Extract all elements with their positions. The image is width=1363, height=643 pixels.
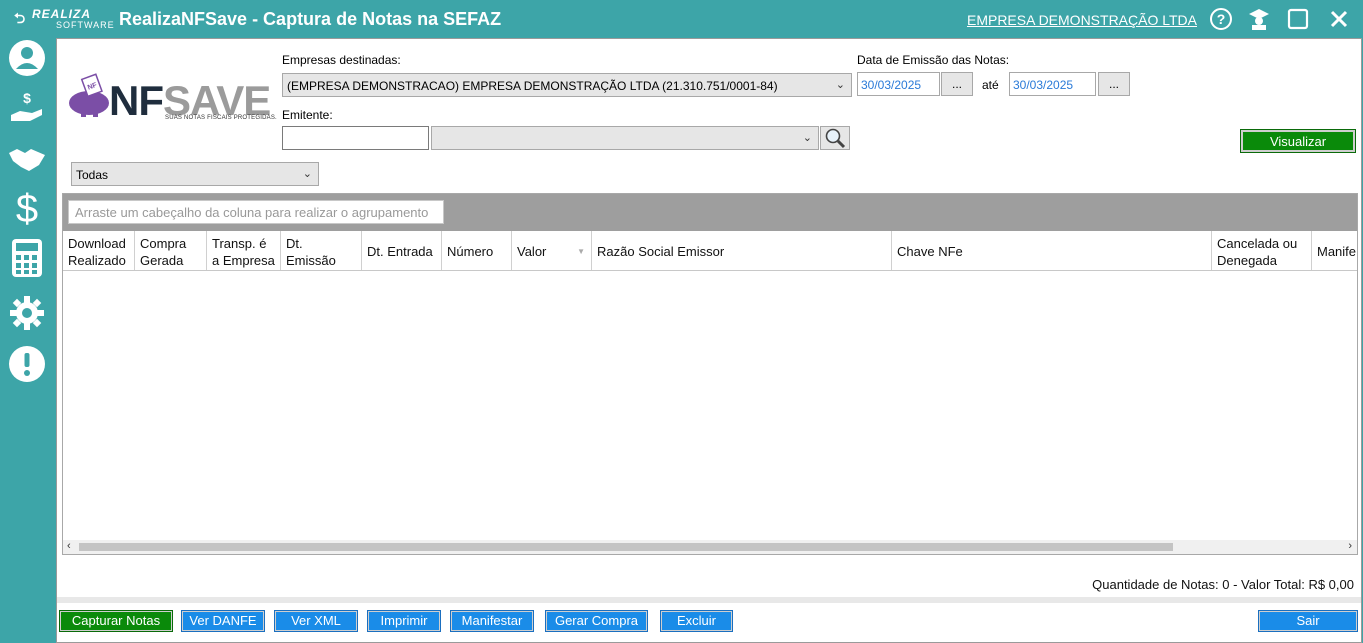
sidebar: $ $ [0, 38, 56, 643]
empresa-selected-value: (EMPRESA DEMONSTRACAO) EMPRESA DEMONSTRA… [287, 79, 778, 93]
main-content: NF NFSAVE SUAS NOTAS FISCAIS PROTEGIDAS.… [56, 38, 1362, 643]
column-cancelada-denegada[interactable]: Cancelada ou Denegada [1212, 231, 1312, 270]
ver-xml-button[interactable]: Ver XML [274, 610, 358, 632]
emitente-select[interactable]: ⌄ [431, 126, 819, 150]
date-from-input[interactable]: 30/03/2025 [857, 72, 940, 96]
emitente-input[interactable] [282, 126, 429, 150]
company-link[interactable]: EMPRESA DEMONSTRAÇÃO LTDA [967, 12, 1197, 28]
column-numero[interactable]: Número [442, 231, 512, 270]
column-dt-entrada[interactable]: Dt. Entrada [362, 231, 442, 270]
column-compra-gerada[interactable]: Compra Gerada [135, 231, 207, 270]
brand-name: REALIZA [32, 7, 91, 21]
column-download-realizado[interactable]: Download Realizado [63, 231, 135, 270]
logo-nf: NF [109, 77, 164, 124]
notas-grid[interactable]: Arraste um cabeçalho da coluna para real… [62, 193, 1358, 555]
piggy-bank-icon: NF [69, 73, 109, 117]
graduate-icon[interactable] [1246, 6, 1272, 32]
chevron-down-icon: ⌄ [835, 79, 845, 91]
excluir-button[interactable]: Excluir [660, 610, 733, 632]
ate-label: até [982, 78, 999, 92]
gear-icon[interactable] [7, 293, 47, 333]
sort-indicator-icon: ▼ [577, 247, 585, 256]
nfsave-logo: NF NFSAVE SUAS NOTAS FISCAIS PROTEGIDAS. [67, 73, 277, 129]
column-valor[interactable]: Valor ▼ [512, 231, 592, 270]
grid-header-row: Download Realizado Compra Gerada Transp. é… [63, 231, 1357, 271]
status-filter-select[interactable]: Todas ⌄ [71, 162, 319, 186]
user-icon[interactable] [7, 38, 47, 78]
handshake-icon[interactable] [7, 138, 47, 178]
ver-danfe-button[interactable]: Ver DANFE [181, 610, 265, 632]
scroll-right-icon[interactable]: › [1348, 540, 1352, 552]
column-manifestacao[interactable]: Manife [1312, 231, 1357, 270]
emitente-label: Emitente: [282, 108, 333, 122]
search-button[interactable] [820, 126, 850, 150]
empresas-label: Empresas destinadas: [282, 53, 401, 67]
horizontal-scrollbar[interactable]: ‹ › [63, 540, 1357, 554]
group-panel[interactable]: Arraste um cabeçalho da coluna para real… [63, 194, 1357, 231]
visualizar-button[interactable]: Visualizar [1240, 129, 1356, 153]
dollar-icon[interactable]: $ [7, 188, 47, 228]
close-icon[interactable] [1326, 6, 1352, 32]
title-bar: ⮌ REALIZA SOFTWARE RealizaNFSave - Captu… [0, 0, 1363, 38]
date-from-picker-button[interactable]: ... [941, 72, 973, 96]
empresa-select[interactable]: (EMPRESA DEMONSTRACAO) EMPRESA DEMONSTRA… [282, 73, 852, 97]
bottom-divider [57, 597, 1361, 603]
date-to-input[interactable]: 30/03/2025 [1009, 72, 1096, 96]
app-title: RealizaNFSave - Captura de Notas na SEFA… [119, 9, 502, 29]
brand-sub: SOFTWARE [56, 20, 115, 30]
chevron-down-icon: ⌄ [802, 132, 812, 144]
column-transp-empresa[interactable]: Transp. éa Empresa [207, 231, 281, 270]
scroll-thumb[interactable] [79, 543, 1173, 551]
money-hand-icon[interactable]: $ [7, 88, 47, 128]
data-emissao-label: Data de Emissão das Notas: [857, 53, 1010, 67]
realiza-arrow-icon: ⮌ [14, 10, 26, 26]
group-hint: Arraste um cabeçalho da coluna para real… [68, 200, 444, 224]
status-filter-value: Todas [76, 168, 109, 182]
maximize-icon[interactable] [1285, 6, 1311, 32]
sair-button[interactable]: Sair [1258, 610, 1358, 632]
gerar-compra-button[interactable]: Gerar Compra [545, 610, 648, 632]
calculator-icon[interactable] [7, 238, 47, 278]
svg-text:$: $ [16, 188, 38, 228]
imprimir-button[interactable]: Imprimir [367, 610, 441, 632]
column-razao-social[interactable]: Razão Social Emissor [592, 231, 892, 270]
column-dt-emissao[interactable]: Dt. Emissão [281, 231, 362, 270]
scroll-left-icon[interactable]: ‹ [67, 540, 71, 552]
chevron-down-icon: ⌄ [302, 168, 312, 180]
date-to-picker-button[interactable]: ... [1098, 72, 1130, 96]
capturar-notas-button[interactable]: Capturar Notas [59, 610, 173, 632]
svg-text:$: $ [23, 90, 31, 106]
summary-text: Quantidade de Notas: 0 - Valor Total: R$… [1092, 577, 1354, 592]
column-chave-nfe[interactable]: Chave NFe [892, 231, 1212, 270]
realiza-logo: ⮌ REALIZA SOFTWARE [14, 6, 114, 32]
search-icon [825, 128, 846, 149]
svg-text:?: ? [1217, 11, 1226, 27]
alert-icon[interactable] [7, 344, 47, 384]
help-icon[interactable]: ? [1208, 6, 1234, 32]
logo-tagline: SUAS NOTAS FISCAIS PROTEGIDAS. [165, 115, 277, 121]
manifestar-button[interactable]: Manifestar [450, 610, 534, 632]
